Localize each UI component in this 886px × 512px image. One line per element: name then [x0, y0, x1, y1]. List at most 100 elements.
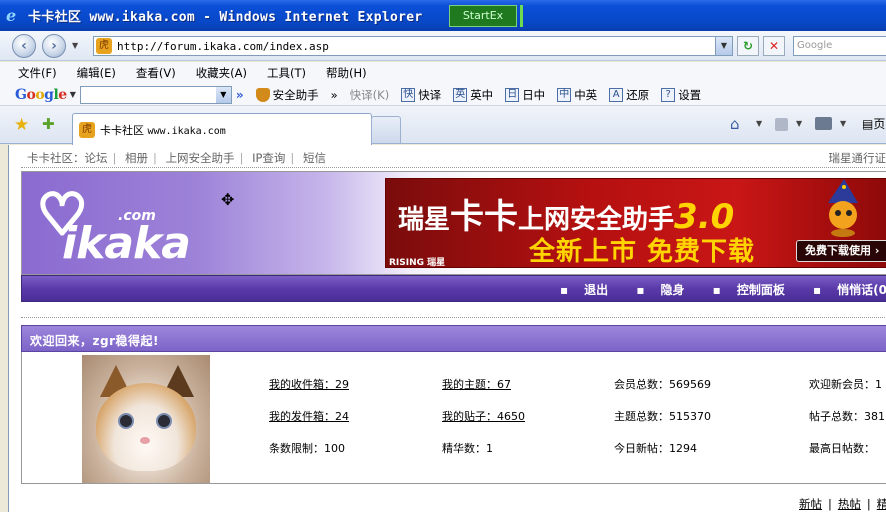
site-nav-forum[interactable]: 卡卡社区：论坛: [27, 151, 108, 165]
address-input[interactable]: 虎 http://forum.ikaka.com/index.asp ▼: [93, 36, 733, 56]
rss-feed-icon[interactable]: [775, 118, 788, 131]
site-nav-sms[interactable]: 短信: [303, 151, 326, 165]
shield-icon: [255, 87, 270, 102]
divider: [21, 317, 886, 318]
my-posts-link[interactable]: 我的贴子：4650: [442, 408, 525, 424]
en-cn-icon: 英: [453, 87, 468, 102]
quick-translate-button[interactable]: 快快译: [401, 87, 441, 103]
new-tab-button[interactable]: [371, 116, 401, 144]
back-arrow-icon[interactable]: ‹: [12, 34, 36, 58]
new-member[interactable]: 欢迎新会员：1: [809, 376, 882, 392]
ie-logo-icon: e: [6, 5, 17, 25]
avatar[interactable]: [82, 355, 210, 483]
wizard-mascot-icon: [828, 179, 858, 237]
move-cursor-icon: ✥: [221, 190, 235, 209]
welcome-text: 欢迎回来，zgr稳得起!: [30, 334, 159, 348]
post-filter-links: 新帖 | 热帖 | 精: [799, 496, 886, 512]
rss-dropdown-icon[interactable]: ▼: [796, 119, 802, 128]
security-helper-button[interactable]: 安全助手: [255, 87, 319, 103]
startex-indicator: [520, 5, 523, 27]
window-title: 卡卡社区 www.ikaka.com - Windows Internet Ex…: [28, 10, 423, 25]
site-nav-ip[interactable]: IP查询: [252, 151, 285, 165]
menu-file[interactable]: 文件(F): [18, 65, 57, 81]
favorites-star-icon[interactable]: ★: [14, 115, 29, 135]
hot-posts-link[interactable]: 热帖: [838, 497, 861, 511]
cn-en-button[interactable]: 中中英: [557, 87, 597, 103]
restore-icon: A: [609, 87, 624, 102]
home-icon[interactable]: ⌂: [730, 115, 740, 133]
quick-translate-icon: 快: [401, 87, 416, 102]
tab-row: ★ ✚ 虎 卡卡社区 www.ikaka.com ⌂ ▼ ▼ ▼ ▤页: [0, 106, 886, 145]
menu-favorites[interactable]: 收藏夹(A): [196, 65, 247, 81]
jp-cn-button[interactable]: 日日中: [505, 87, 545, 103]
outbox-link[interactable]: 我的发件箱：24: [269, 408, 349, 424]
site-nav-security[interactable]: 上网安全助手: [166, 151, 235, 165]
page-icon: ▤: [862, 117, 874, 131]
address-dropdown-icon[interactable]: ▼: [715, 37, 732, 55]
refresh-icon[interactable]: ↻: [737, 36, 759, 56]
control-panel-link[interactable]: ▪ 控制面板: [701, 283, 785, 297]
ad-slogan: 全新上市 免费下载: [529, 237, 756, 267]
rising-logo: RISING 瑞星: [389, 258, 446, 268]
essence-count: 精华数：1: [442, 442, 493, 455]
menu-bar: 文件(F) 编辑(E) 查看(V) 收藏夹(A) 工具(T) 帮助(H): [0, 62, 886, 84]
toolbar-more-chevron-icon[interactable]: »: [331, 88, 338, 102]
forward-arrow-icon[interactable]: ›: [42, 34, 66, 58]
restore-button[interactable]: A 还原: [609, 87, 649, 103]
print-icon[interactable]: [815, 117, 832, 130]
kaka-ad-banner[interactable]: 瑞星卡卡上网安全助手3.0 全新上市 免费下载 RISING 瑞星 免费下载使用…: [385, 178, 886, 268]
menu-view[interactable]: 查看(V): [136, 65, 176, 81]
startex-button[interactable]: StartEx: [449, 5, 517, 27]
logo-word: ikaka: [62, 218, 191, 269]
ad-download-button[interactable]: 免费下载使用 ›: [796, 240, 886, 262]
home-dropdown-icon[interactable]: ▼: [756, 119, 762, 128]
essence-posts-link[interactable]: 精: [877, 497, 886, 511]
google-logo[interactable]: Google: [15, 87, 67, 103]
settings-button[interactable]: ? 设置: [661, 87, 701, 103]
site-nav: 卡卡社区：论坛 | 相册 | 上网安全助手 | IP查询 | 短信: [27, 151, 326, 165]
logout-link[interactable]: ▪ 退出: [548, 283, 608, 297]
menu-edit[interactable]: 编辑(E): [77, 65, 116, 81]
post-count: 帖子总数：381: [809, 410, 885, 423]
web-page: 卡卡社区：论坛 | 相册 | 上网安全助手 | IP查询 | 短信 瑞星通行证 ♥ .c…: [8, 145, 886, 512]
max-daily-posts: 最高日帖数：: [809, 442, 875, 455]
print-dropdown-icon[interactable]: ▼: [840, 119, 846, 128]
add-favorite-icon[interactable]: ✚: [42, 115, 55, 133]
member-count: 会员总数：569569: [614, 378, 711, 391]
settings-icon: ?: [661, 87, 676, 102]
google-more-chevron-icon[interactable]: »: [236, 88, 244, 102]
google-search-dropdown-icon[interactable]: ▼: [215, 86, 231, 103]
menu-help[interactable]: 帮助(H): [326, 65, 367, 81]
welcome-bar: 欢迎回来，zgr稳得起!: [21, 325, 886, 352]
site-nav-album[interactable]: 相册: [125, 151, 148, 165]
google-toolbar: Google ▼ ▼ » 安全助手 » 快译(K) 快快译 英英中 日日中 中中…: [0, 84, 886, 106]
address-url: http://forum.ikaka.com/index.asp: [117, 39, 329, 53]
tab-title: 卡卡社区 www.ikaka.com: [100, 123, 226, 137]
stop-icon[interactable]: ✕: [763, 36, 785, 56]
address-row: ‹ › ▼ 虎 http://forum.ikaka.com/index.asp…: [0, 31, 886, 61]
inbox-link[interactable]: 我的收件箱：29: [269, 376, 349, 392]
user-stats-panel: 我的收件箱：29 我的发件箱：24 条数限制：100 我的主题：67 我的贴子：…: [21, 352, 886, 484]
messages-link[interactable]: ▪ 悄悄话(0: [801, 283, 886, 297]
rising-passport-link[interactable]: 瑞星通行证: [829, 150, 886, 166]
search-input[interactable]: Google: [793, 36, 886, 56]
today-post-count: 今日新帖：1294: [614, 442, 697, 455]
tab-ikaka[interactable]: 虎 卡卡社区 www.ikaka.com: [72, 113, 372, 145]
cn-en-icon: 中: [557, 87, 572, 102]
page-menu-button[interactable]: ▤页: [862, 115, 885, 132]
menu-tools[interactable]: 工具(T): [267, 65, 306, 81]
en-cn-button[interactable]: 英英中: [453, 87, 493, 103]
site-banner: ♥ .com ikaka 瑞星卡卡上网安全助手3.0 全新上市 免费下载 RIS…: [21, 171, 886, 275]
message-limit: 条数限制：100: [269, 442, 345, 455]
title-bar: e 卡卡社区 www.ikaka.com - Windows Internet …: [0, 0, 886, 31]
google-search-input[interactable]: ▼: [79, 85, 232, 104]
my-topics-link[interactable]: 我的主题：67: [442, 376, 511, 392]
history-dropdown-icon[interactable]: ▼: [72, 41, 78, 50]
invisible-link[interactable]: ▪ 隐身: [624, 283, 684, 297]
new-posts-link[interactable]: 新帖: [799, 497, 822, 511]
quick-translate-grey[interactable]: 快译(K): [350, 87, 390, 103]
site-favicon-icon: 虎: [96, 38, 112, 54]
tab-favicon-icon: 虎: [79, 121, 95, 138]
jp-cn-icon: 日: [505, 87, 520, 102]
google-menu-dropdown-icon[interactable]: ▼: [70, 90, 76, 99]
